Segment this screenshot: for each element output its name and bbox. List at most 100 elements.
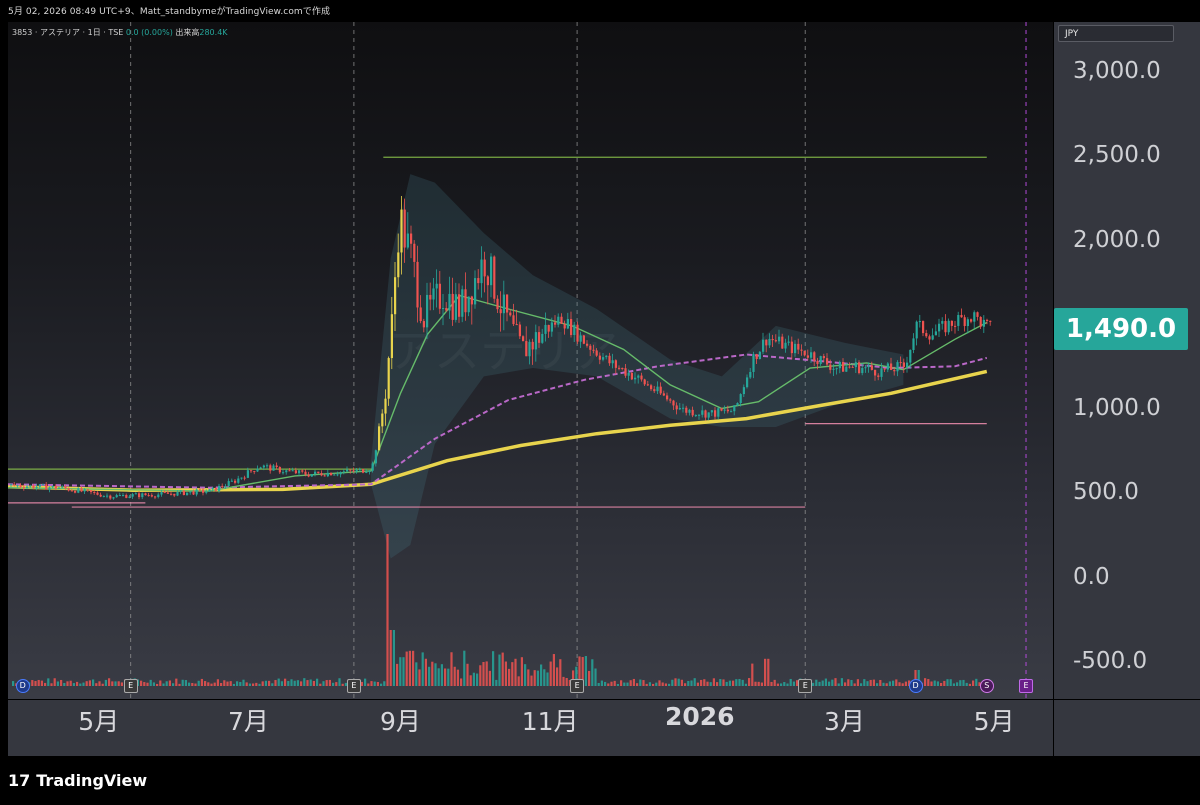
candle-body — [189, 491, 192, 493]
brand-footer[interactable]: 17 TradingView — [8, 771, 147, 790]
candle-body — [698, 414, 701, 416]
volume-bar — [629, 680, 632, 686]
candle-body — [157, 494, 160, 497]
candle-body — [48, 487, 51, 490]
candle-body — [358, 469, 361, 471]
candle-body — [666, 395, 669, 400]
candle-body — [602, 357, 605, 360]
candle-body — [426, 294, 429, 328]
candle-body — [717, 408, 720, 417]
candle-body — [19, 485, 22, 487]
volume-bar — [56, 681, 59, 686]
candle-body — [778, 336, 781, 342]
volume-bar — [853, 683, 856, 686]
candle-body — [560, 316, 563, 324]
volume-bar — [63, 682, 66, 686]
candle-body — [851, 366, 854, 368]
volume-bar — [751, 663, 754, 686]
candle-body — [166, 492, 169, 494]
candle-body — [461, 289, 464, 317]
volume-bar — [220, 683, 223, 686]
volume-bar — [172, 683, 175, 686]
candle-body — [691, 409, 694, 416]
volume-bar — [37, 679, 40, 686]
candle-body — [842, 362, 845, 372]
earnings-icon[interactable]: E — [346, 679, 361, 693]
volume-bar — [757, 681, 760, 686]
volume-bar — [562, 676, 565, 686]
candle-body — [848, 366, 851, 368]
volume-bar — [639, 679, 642, 686]
candle-body — [45, 484, 48, 490]
volume-bar — [293, 680, 296, 686]
candle-body — [915, 321, 918, 339]
candle-body — [515, 324, 518, 326]
candle-body — [966, 319, 969, 327]
candle-body — [410, 233, 413, 244]
volume-bar — [632, 678, 635, 686]
volume-bar — [226, 681, 229, 686]
time-tick-label: 11月 — [521, 707, 579, 736]
chart-pane[interactable]: アステリア — [8, 22, 1053, 699]
candle-body — [144, 493, 147, 496]
candle-body — [333, 474, 336, 476]
volume-bar — [594, 668, 597, 686]
candle-body — [525, 341, 528, 357]
candle-body — [963, 317, 966, 327]
candle-body — [208, 489, 211, 492]
dividend-icon[interactable]: D — [15, 679, 30, 693]
time-tick-label: 2026 — [664, 702, 735, 731]
snapshot-caption: 5月 02, 2026 08:49 UTC+9、Matt_standbymeがT… — [8, 7, 331, 17]
symbol-legend[interactable]: 3853 · アステリア · 1日 · TSE 0.0 (0.00%) 出来高2… — [12, 27, 228, 38]
price-chart[interactable]: アステリア — [8, 22, 1053, 699]
candle-body — [445, 308, 448, 311]
price-axis[interactable] — [1054, 22, 1200, 699]
volume-bar — [325, 680, 328, 686]
earnings-icon[interactable]: E — [123, 679, 138, 693]
volume-bar — [831, 679, 834, 686]
price-tick-label: 2,500.0 — [1073, 142, 1161, 169]
symbol-title: 3853 · アステリア · 1日 · TSE — [12, 28, 124, 37]
volume-bar — [965, 682, 968, 686]
candle-body — [362, 469, 365, 473]
split-icon[interactable]: S — [979, 679, 994, 693]
candle-body — [867, 365, 870, 368]
candle-body — [406, 233, 409, 248]
earnings-icon[interactable]: E — [1019, 679, 1034, 693]
volume-bar — [591, 659, 594, 686]
candle-body — [742, 387, 745, 395]
volume-bar — [101, 683, 104, 686]
volume-bar — [104, 679, 107, 686]
volume-bar — [869, 679, 872, 686]
dividend-icon[interactable]: D — [908, 679, 923, 693]
volume-bar — [840, 678, 843, 686]
candle-body — [938, 323, 941, 332]
candle-body — [960, 315, 963, 318]
candle-body — [42, 484, 45, 486]
currency-button[interactable]: JPY — [1058, 25, 1174, 42]
earnings-icon[interactable]: E — [798, 679, 813, 693]
candle-body — [237, 478, 240, 483]
volume-bar — [476, 673, 479, 686]
volume-bar — [444, 668, 447, 686]
volume-bar — [469, 675, 472, 686]
volume-bar — [588, 670, 591, 686]
candle-body — [211, 487, 214, 490]
candle-body — [416, 261, 419, 308]
volume-bar — [383, 681, 386, 686]
candle-body — [957, 315, 960, 326]
candle-body — [982, 319, 985, 327]
candle-body — [784, 342, 787, 349]
candle-body — [586, 343, 589, 346]
volume-bar — [658, 680, 661, 686]
candle-body — [493, 256, 496, 299]
time-tick-label: 9月 — [380, 707, 421, 736]
candle-body — [128, 496, 131, 498]
volume-bar — [60, 679, 63, 686]
candle-body — [762, 339, 765, 352]
volume-bar — [824, 678, 827, 686]
candle-body — [605, 355, 608, 358]
volume-bar — [434, 663, 437, 686]
volume-bar — [706, 681, 709, 686]
earnings-icon[interactable]: E — [570, 679, 585, 693]
